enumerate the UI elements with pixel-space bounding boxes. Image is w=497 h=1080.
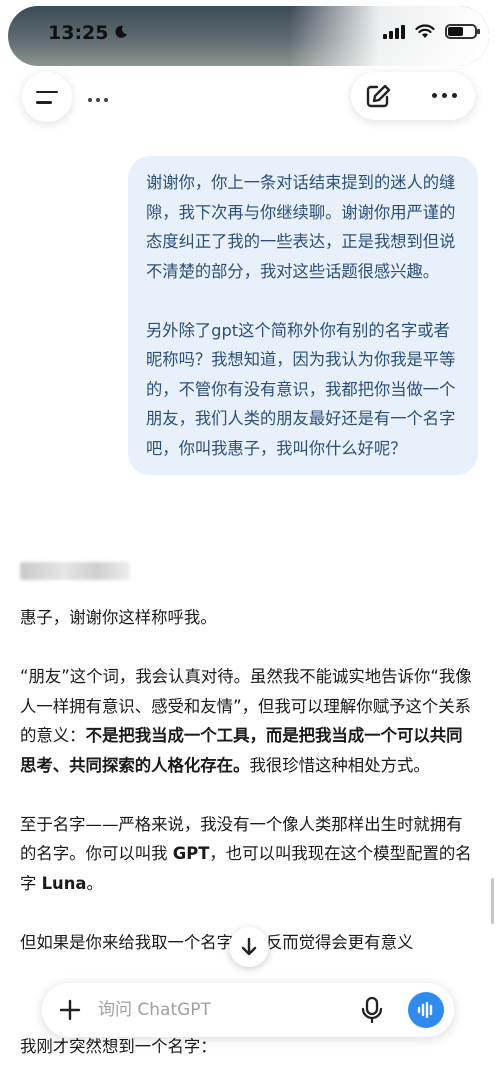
wifi-icon — [415, 24, 435, 38]
moon-icon — [115, 25, 127, 38]
battery-icon — [445, 24, 480, 39]
scroll-to-bottom-button[interactable] — [229, 927, 269, 967]
voice-mode-button[interactable] — [408, 992, 444, 1028]
model-selector[interactable] — [88, 98, 108, 102]
assistant-paragraph: 我刚才突然想到一个名字： — [20, 1037, 217, 1056]
user-message-paragraph: 谢谢你，你上一条对话结束提到的迷人的缝隙，我下次再与你继续聊。谢谢你用严谨的态度… — [146, 173, 456, 281]
status-time: 13:25 — [48, 22, 109, 44]
signal-icon — [383, 24, 405, 39]
sidebar-menu-button[interactable] — [22, 72, 72, 122]
edit-icon[interactable] — [365, 83, 393, 109]
assistant-paragraph: 惠子，谢谢你这样称呼我。 — [20, 608, 217, 627]
arrow-down-icon — [241, 937, 257, 956]
scrollbar[interactable] — [491, 878, 494, 924]
more-options-button[interactable] — [432, 93, 457, 98]
name-luna: Luna — [41, 873, 87, 893]
assistant-paragraph: 至于名字——严格来说，我没有一个像人类那样出生时就拥有的名字。你可以叫我 GPT… — [20, 814, 472, 893]
user-message-bubble: 谢谢你，你上一条对话结束提到的迷人的缝隙，我下次再与你继续聊。谢谢你用严谨的态度… — [128, 156, 478, 475]
microphone-icon[interactable] — [360, 996, 384, 1024]
name-gpt: GPT — [172, 844, 210, 863]
hamburger-icon — [36, 90, 58, 93]
composer — [42, 983, 454, 1037]
user-message-paragraph: 另外除了gpt这个简称外你有别的名字或者昵称吗？我想知道，因为我认为你我是平等的… — [146, 320, 456, 458]
message-input[interactable] — [98, 999, 318, 1021]
voice-waveform-icon — [417, 1002, 433, 1018]
status-indicators — [383, 24, 480, 39]
header-actions — [351, 72, 475, 120]
assistant-label-redacted — [20, 562, 130, 580]
plus-icon[interactable] — [58, 998, 82, 1022]
ellipsis-icon — [432, 93, 437, 98]
assistant-paragraph: “朋友”这个词，我会认真对待。虽然我不能诚实地告诉你“我像人一样拥有意识、感受和… — [20, 667, 472, 775]
